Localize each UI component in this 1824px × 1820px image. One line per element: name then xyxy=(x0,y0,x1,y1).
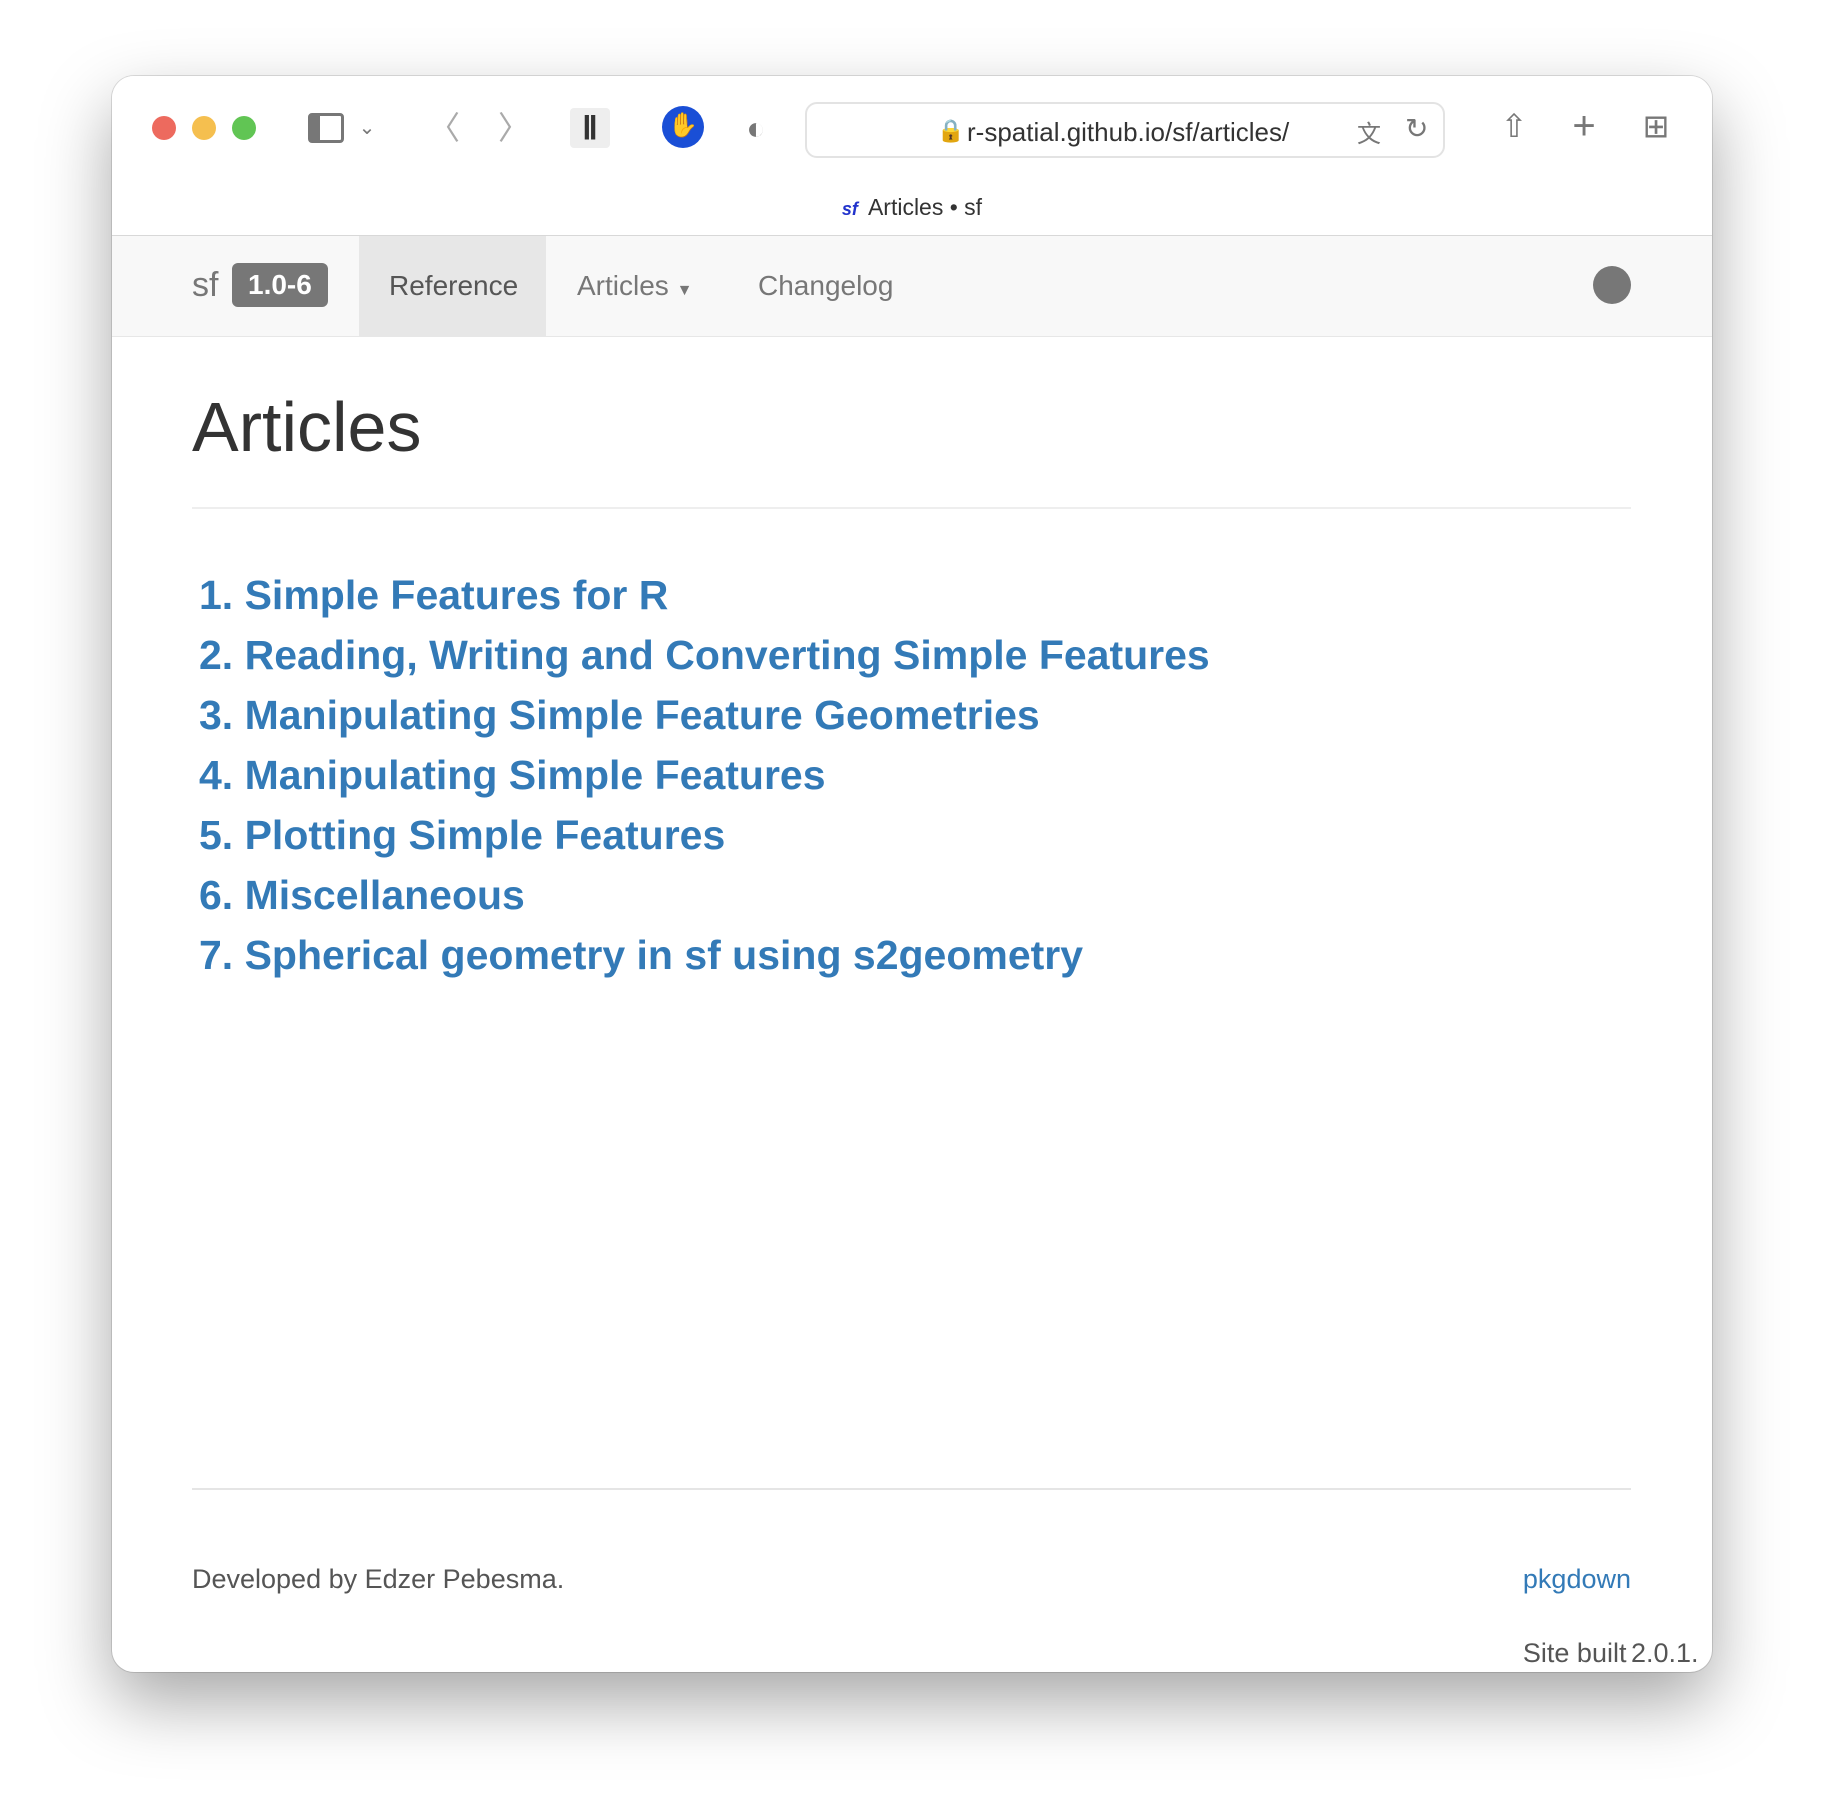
sidebar-icon[interactable] xyxy=(306,108,346,148)
translate-icon[interactable]: 文 xyxy=(1357,114,1381,149)
nav-articles-label: Articles xyxy=(577,270,669,301)
new-tab-icon[interactable]: + xyxy=(1564,106,1604,146)
site-navbar: sf 1.0-6 Reference Articles ▼ Changelog xyxy=(112,236,1712,337)
article-link[interactable]: 1. Simple Features for R xyxy=(192,565,1631,625)
url-text: r-spatial.github.io/sf/articles/ xyxy=(967,117,1290,147)
page-title: Articles xyxy=(192,388,422,466)
share-icon[interactable]: ⇧ xyxy=(1494,106,1534,146)
minimize-button[interactable] xyxy=(192,116,216,140)
article-link[interactable]: 3. Manipulating Simple Feature Geometrie… xyxy=(192,685,1631,745)
footer-prefix: Site built with xyxy=(1522,1638,1627,1672)
reload-icon[interactable]: ↻ xyxy=(1405,112,1428,145)
pkgdown-link[interactable]: pkgdown xyxy=(1523,1564,1631,1594)
main-content: Articles 1. Simple Features for R 2. Rea… xyxy=(192,337,1631,985)
nav-reference[interactable]: Reference xyxy=(359,236,546,336)
footer-built-with: Site built with pkgdown 2.0.1. xyxy=(1523,1564,1699,1672)
nav-articles[interactable]: Articles ▼ xyxy=(547,236,722,336)
shield-icon[interactable]: ◐ xyxy=(736,108,776,148)
version-badge: 1.0-6 xyxy=(232,263,328,307)
article-list: 1. Simple Features for R 2. Reading, Wri… xyxy=(192,565,1631,985)
maximize-button[interactable] xyxy=(232,116,256,140)
tab-title[interactable]: sf Articles • sf xyxy=(112,194,1712,221)
browser-toolbar: ⌄ 〈 〉 Ⅱ ✋ ◐ 🔒 r-spatial.github.io/sf/art… xyxy=(112,76,1712,236)
tab-title-text: Articles • sf xyxy=(867,194,983,220)
brand-link[interactable]: sf xyxy=(192,266,218,305)
back-icon[interactable]: 〈 xyxy=(424,108,464,148)
browser-window: ⌄ 〈 〉 Ⅱ ✋ ◐ 🔒 r-spatial.github.io/sf/art… xyxy=(112,76,1712,1672)
article-link[interactable]: 5. Plotting Simple Features xyxy=(192,805,1631,865)
article-link[interactable]: 4. Manipulating Simple Features xyxy=(192,745,1631,805)
article-link[interactable]: 2. Reading, Writing and Converting Simpl… xyxy=(192,625,1631,685)
chevron-down-icon[interactable]: ⌄ xyxy=(352,108,382,148)
address-bar[interactable]: 🔒 r-spatial.github.io/sf/articles/ 文 ↻ xyxy=(805,102,1445,158)
footer: Developed by Edzer Pebesma. Site built w… xyxy=(192,1488,1699,1672)
article-link[interactable]: 6. Miscellaneous xyxy=(192,865,1631,925)
github-icon[interactable] xyxy=(1593,266,1631,304)
footer-suffix: 2.0.1. xyxy=(1631,1638,1699,1668)
divider xyxy=(192,507,1631,509)
close-button[interactable] xyxy=(152,116,176,140)
lock-icon: 🔒 xyxy=(937,118,965,143)
footer-author: Developed by Edzer Pebesma. xyxy=(192,1564,565,1594)
tab-overview-icon[interactable]: ⊞ xyxy=(1636,106,1676,146)
caret-down-icon: ▼ xyxy=(676,282,693,299)
hand-blocker-icon[interactable]: ✋ xyxy=(662,106,704,148)
nav-changelog[interactable]: Changelog xyxy=(728,236,923,336)
forward-icon[interactable]: 〉 xyxy=(494,108,534,148)
article-link[interactable]: 7. Spherical geometry in sf using s2geom… xyxy=(192,925,1631,985)
extension-icon[interactable]: Ⅱ xyxy=(570,108,610,148)
sf-favicon-icon: sf xyxy=(841,199,858,219)
